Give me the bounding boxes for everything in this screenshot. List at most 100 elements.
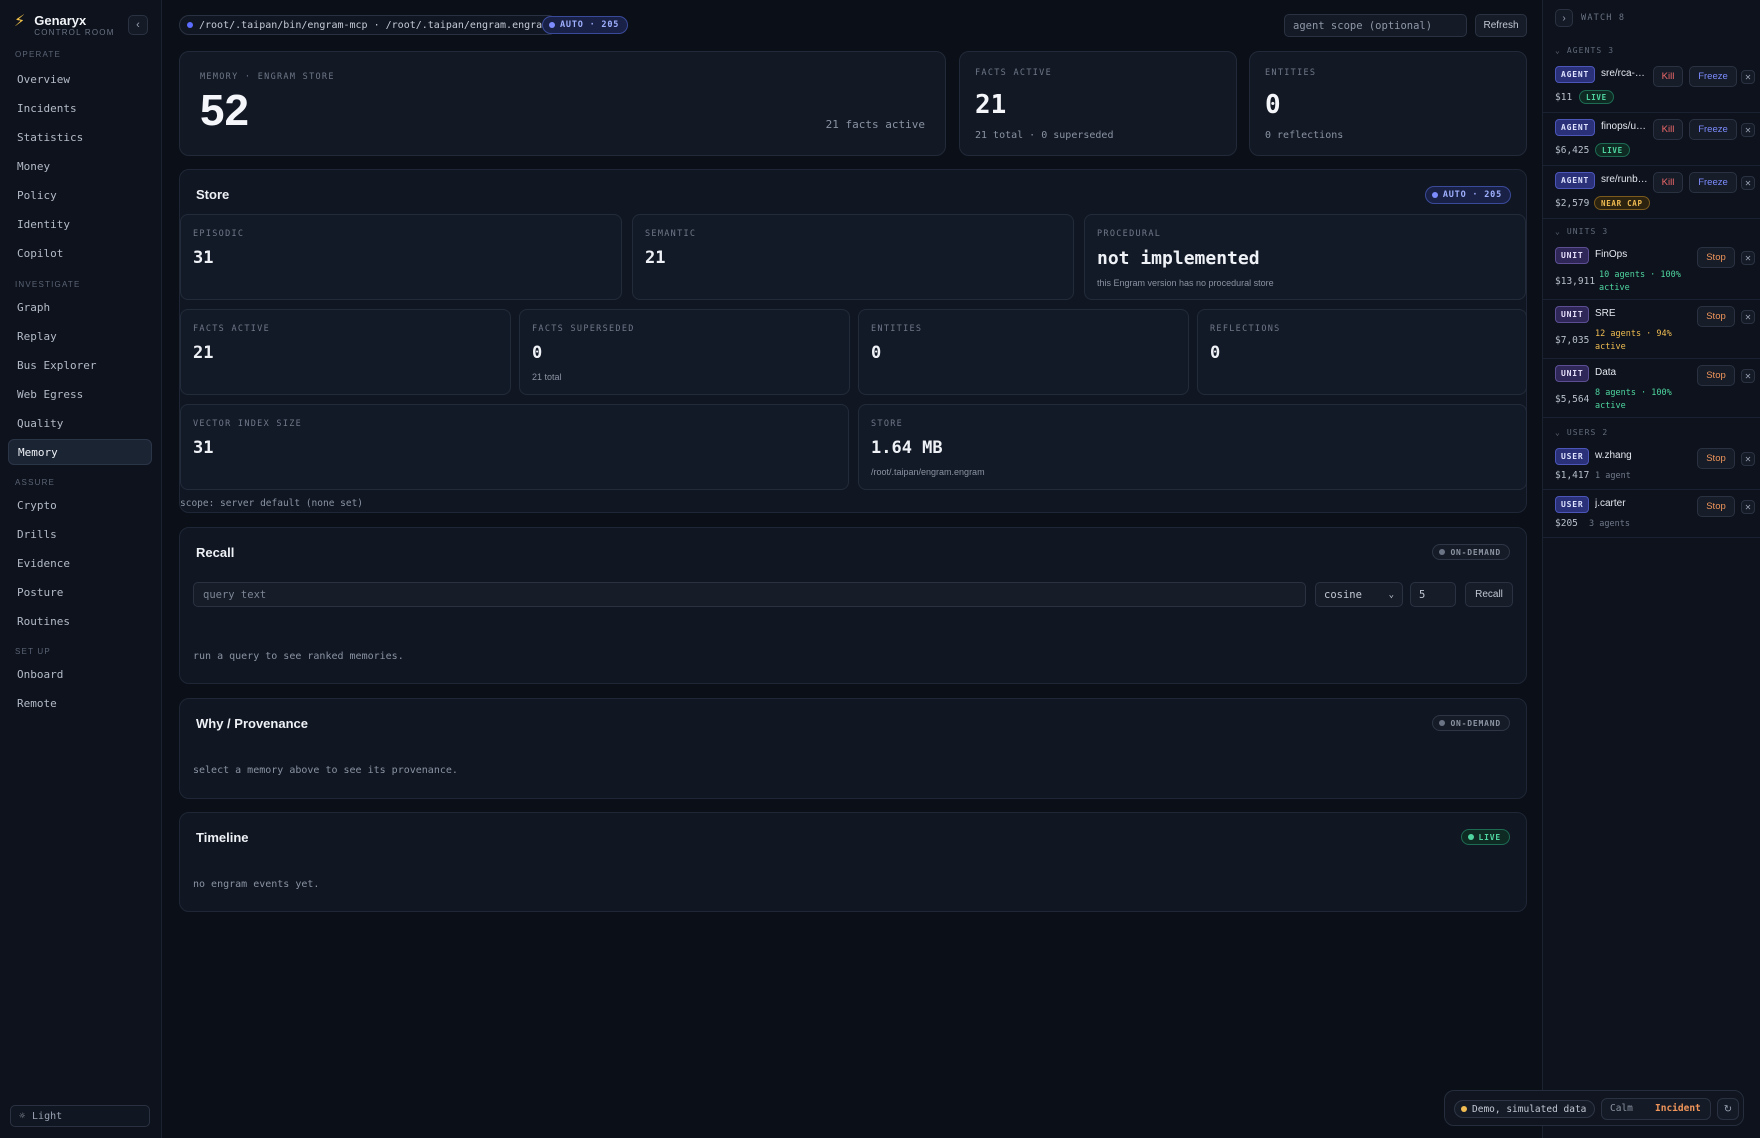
unit-name[interactable]: Data — [1595, 367, 1665, 378]
query-text-input[interactable]: query text — [193, 582, 1306, 607]
recall-badge-dot-icon — [1439, 549, 1446, 555]
users-group-header[interactable]: ⌄ USERS 2 — [1555, 428, 1608, 437]
recall-mode-badge: ON-DEMAND — [1432, 544, 1510, 560]
dismiss-agent-button[interactable]: ✕ — [1741, 123, 1755, 137]
procedural-note: this Engram version has no procedural st… — [1097, 278, 1274, 288]
procedural-stat: PROCEDURAL not implemented this Engram v… — [1084, 214, 1526, 300]
stop-unit-button[interactable]: Stop — [1697, 365, 1735, 386]
unit-cost: $5,564 — [1555, 394, 1590, 405]
users-group-label: USERS 2 — [1566, 428, 1609, 437]
close-icon: ✕ — [1744, 253, 1752, 263]
dismiss-user-button[interactable]: ✕ — [1741, 452, 1755, 466]
watch-agent-row: AGENT finops/u… $6,425 LIVE Kill Freeze … — [1543, 113, 1760, 166]
nav-item-graph[interactable]: Graph — [8, 294, 152, 320]
nav-item-bus-explorer[interactable]: Bus Explorer — [8, 352, 152, 378]
nav-item-onboard[interactable]: Onboard — [8, 661, 152, 687]
agent-cost: $11 — [1555, 92, 1573, 103]
timeline-hint: no engram events yet. — [193, 879, 320, 890]
user-name[interactable]: w.zhang — [1595, 450, 1675, 461]
auto-dot-icon — [549, 22, 555, 28]
nav-item-replay[interactable]: Replay — [8, 323, 152, 349]
nav-item-posture[interactable]: Posture — [8, 579, 152, 605]
nav-item-drills[interactable]: Drills — [8, 521, 152, 547]
units-group-label: UNITS 3 — [1566, 227, 1609, 236]
nav-item-overview[interactable]: Overview — [8, 66, 152, 92]
kill-agent-button[interactable]: Kill — [1653, 119, 1683, 140]
nav-item-money[interactable]: Money — [8, 153, 152, 179]
dismiss-agent-button[interactable]: ✕ — [1741, 70, 1755, 84]
store-path: /root/.taipan/engram.engram — [871, 467, 985, 477]
live-dot-icon — [1467, 834, 1474, 840]
nav-item-copilot[interactable]: Copilot — [8, 240, 152, 266]
facts-active-label: FACTS ACTIVE — [975, 68, 1053, 78]
user-meta: 3 agents — [1589, 519, 1630, 529]
freeze-agent-button[interactable]: Freeze — [1689, 172, 1737, 193]
agent-scope-input[interactable]: agent scope (optional) — [1284, 14, 1467, 37]
dismiss-unit-button[interactable]: ✕ — [1741, 310, 1755, 324]
watch-toggle-button[interactable]: › — [1555, 9, 1573, 27]
close-icon: ✕ — [1744, 72, 1752, 82]
unit-name[interactable]: FinOps — [1595, 249, 1665, 260]
kill-agent-button[interactable]: Kill — [1653, 172, 1683, 193]
refresh-button[interactable]: Refresh — [1475, 14, 1527, 37]
agent-status-badge: LIVE — [1595, 143, 1630, 157]
close-icon: ✕ — [1744, 125, 1752, 135]
brand-subtitle: CONTROL ROOM — [34, 28, 115, 37]
nav-item-quality[interactable]: Quality — [8, 410, 152, 436]
user-name[interactable]: j.carter — [1595, 498, 1675, 509]
provenance-badge-dot-icon — [1439, 720, 1446, 726]
agent-name[interactable]: sre/runb… — [1601, 174, 1649, 185]
agent-name[interactable]: finops/u… — [1601, 121, 1649, 132]
vector-index-stat: VECTOR INDEX SIZE 31 — [180, 404, 849, 490]
agents-group-header[interactable]: ⌄ AGENTS 3 — [1555, 46, 1614, 55]
nav-item-web-egress[interactable]: Web Egress — [8, 381, 152, 407]
entities-note: 0 reflections — [1265, 130, 1344, 141]
theme-toggle-button[interactable]: ☼ Light — [10, 1105, 150, 1127]
status-dot-icon — [187, 22, 193, 28]
app-root: ⚡ Genaryx CONTROL ROOM ‹ OPERATE Overvie… — [0, 0, 1760, 1138]
nav-item-identity[interactable]: Identity — [8, 211, 152, 237]
unit-cost: $7,035 — [1555, 335, 1590, 346]
unit-name[interactable]: SRE — [1595, 308, 1665, 319]
collapse-sidebar-button[interactable]: ‹ — [128, 15, 148, 35]
procedural-label: PROCEDURAL — [1097, 229, 1162, 239]
stop-user-button[interactable]: Stop — [1697, 496, 1735, 517]
similarity-metric-select[interactable]: cosine ⌄ — [1315, 582, 1403, 607]
dismiss-agent-button[interactable]: ✕ — [1741, 176, 1755, 190]
kill-agent-button[interactable]: Kill — [1653, 66, 1683, 87]
agent-name[interactable]: sre/rca-… — [1601, 68, 1649, 79]
nav-section-operate: OPERATE — [15, 50, 62, 59]
watch-title: WATCH 8 — [1581, 13, 1626, 23]
freeze-agent-button[interactable]: Freeze — [1689, 119, 1737, 140]
units-group-header[interactable]: ⌄ UNITS 3 — [1555, 227, 1608, 236]
engram-path-text: /root/.taipan/bin/engram-mcp · /root/.ta… — [199, 19, 549, 31]
nav-section-set-up: SET UP — [15, 647, 51, 656]
dismiss-unit-button[interactable]: ✕ — [1741, 369, 1755, 383]
incident-scenario-button[interactable]: Incident — [1655, 1103, 1701, 1114]
close-icon: ✕ — [1744, 502, 1752, 512]
nav-item-memory[interactable]: Memory — [8, 439, 152, 465]
facts-active-value: 21 — [975, 90, 1007, 120]
nav-item-remote[interactable]: Remote — [8, 690, 152, 716]
memory-summary-card: MEMORY · ENGRAM STORE 52 21 facts active — [179, 51, 946, 156]
dismiss-user-button[interactable]: ✕ — [1741, 500, 1755, 514]
agent-tag: AGENT — [1555, 119, 1596, 136]
brand: ⚡ Genaryx CONTROL ROOM — [14, 13, 115, 38]
nav-item-routines[interactable]: Routines — [8, 608, 152, 634]
timeline-title: Timeline — [196, 830, 249, 845]
recall-button[interactable]: Recall — [1465, 582, 1513, 607]
freeze-agent-button[interactable]: Freeze — [1689, 66, 1737, 87]
facts-superseded-stat: FACTS SUPERSEDED 0 21 total — [519, 309, 850, 395]
top-k-input[interactable]: 5 — [1410, 582, 1456, 607]
nav-item-incidents[interactable]: Incidents — [8, 95, 152, 121]
dismiss-unit-button[interactable]: ✕ — [1741, 251, 1755, 265]
stop-user-button[interactable]: Stop — [1697, 448, 1735, 469]
nav-item-statistics[interactable]: Statistics — [8, 124, 152, 150]
nav-item-policy[interactable]: Policy — [8, 182, 152, 208]
reset-demo-button[interactable]: ↻ — [1717, 1098, 1739, 1120]
nav-item-evidence[interactable]: Evidence — [8, 550, 152, 576]
stop-unit-button[interactable]: Stop — [1697, 306, 1735, 327]
stop-unit-button[interactable]: Stop — [1697, 247, 1735, 268]
nav-item-crypto[interactable]: Crypto — [8, 492, 152, 518]
calm-scenario-button[interactable]: Calm — [1610, 1103, 1633, 1114]
